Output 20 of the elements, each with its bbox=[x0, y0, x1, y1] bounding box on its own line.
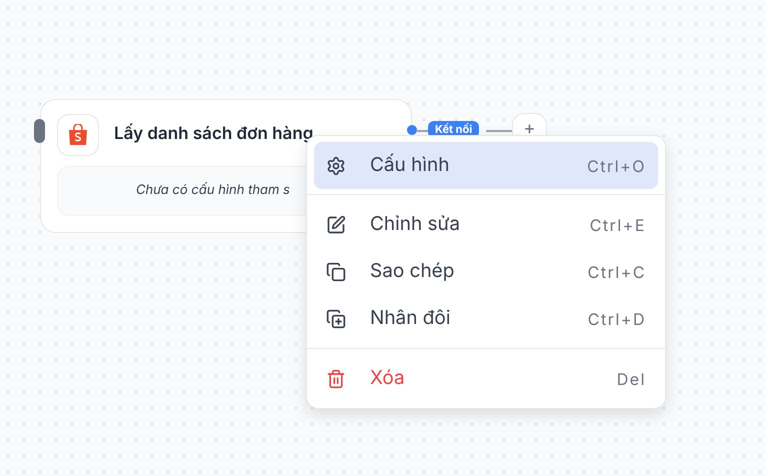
menu-item-label: Xóa bbox=[370, 365, 405, 392]
menu-item-label: Sao chép bbox=[370, 258, 454, 284]
shortcut-label: Ctrl+C bbox=[588, 260, 646, 284]
menu-item[interactable]: Sao chép Ctrl+C bbox=[314, 248, 658, 295]
menu-item[interactable]: Xóa Del bbox=[314, 355, 658, 402]
shortcut-label: Ctrl+O bbox=[587, 154, 646, 178]
empty-config-text: Chưa có cấu hình tham s bbox=[136, 181, 290, 200]
menu-item[interactable]: Cấu hình Ctrl+O bbox=[314, 142, 658, 189]
shopping-bag-icon bbox=[68, 124, 88, 146]
shortcut-label: Ctrl+D bbox=[588, 308, 646, 330]
shortcut-label: Del bbox=[616, 368, 646, 390]
trash-icon bbox=[326, 368, 346, 388]
pencil-icon bbox=[326, 214, 346, 234]
menu-item-label: Nhân đôi bbox=[370, 305, 450, 332]
gear-icon bbox=[326, 156, 346, 176]
input-handle[interactable] bbox=[34, 119, 45, 143]
shortcut-label: Ctrl+E bbox=[590, 214, 646, 236]
duplicate-icon bbox=[326, 308, 346, 328]
copy-icon bbox=[326, 262, 346, 282]
menu-item[interactable]: Nhân đôi Ctrl+D bbox=[314, 295, 658, 342]
